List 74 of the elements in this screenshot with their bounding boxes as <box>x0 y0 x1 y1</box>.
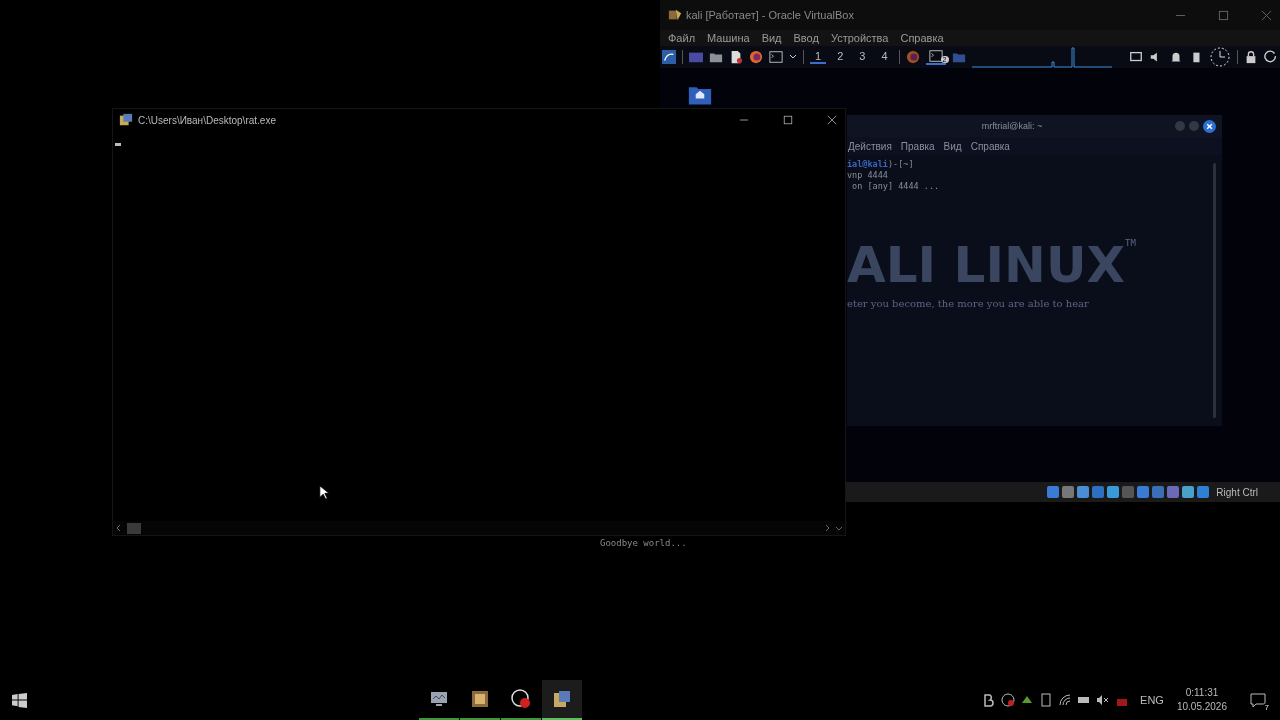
console-app-icon <box>552 689 572 709</box>
device-icon[interactable] <box>1197 486 1210 498</box>
browser-icon[interactable] <box>749 50 763 64</box>
maximize-icon[interactable] <box>1218 9 1229 21</box>
muted-speaker-icon[interactable] <box>1096 693 1111 707</box>
device-icon[interactable] <box>1062 486 1075 498</box>
device-icon[interactable] <box>1167 486 1180 498</box>
scroll-down-icon[interactable] <box>835 524 843 532</box>
scrollbar[interactable] <box>1213 163 1216 418</box>
wifi-icon[interactable] <box>1058 693 1073 707</box>
monitor-icon <box>429 689 449 709</box>
menu-item[interactable]: Машина <box>707 32 750 44</box>
scroll-right-icon[interactable] <box>823 524 831 532</box>
window-title: C:\Users\Иван\Desktop\rat.exe <box>138 114 276 126</box>
speech-bubble-icon <box>1250 692 1266 708</box>
letter-b-icon[interactable] <box>982 693 997 707</box>
device-icon[interactable] <box>1182 486 1195 498</box>
device-icon[interactable] <box>1107 486 1120 498</box>
window-title: kali [Работает] - Oracle VirtualBox <box>686 9 854 21</box>
menu-item[interactable]: Вид <box>761 32 782 44</box>
wallpaper-motto: eter you become, the more you are able to hear <box>847 298 1090 309</box>
chip-icon <box>470 689 490 709</box>
menu-item[interactable]: Вид <box>943 140 962 152</box>
host-key-label: Right Ctrl <box>1216 486 1258 498</box>
maximize-icon[interactable] <box>783 115 793 125</box>
device-icon[interactable] <box>1092 486 1105 498</box>
window-title: mrftrial@kali: ~ <box>981 121 1043 131</box>
browser-icon[interactable] <box>905 50 920 64</box>
device-icon[interactable] <box>1137 486 1150 498</box>
device-icon[interactable] <box>1152 486 1165 498</box>
workspace-tab[interactable]: 2 <box>832 50 849 64</box>
close-icon[interactable] <box>1203 119 1216 133</box>
taskbar-app[interactable] <box>542 680 582 720</box>
scrollbar-thumb[interactable] <box>127 522 141 534</box>
console-output: Goodbye world... <box>600 538 687 548</box>
notification-count: 7 <box>1262 703 1271 712</box>
console-app-icon <box>119 113 133 127</box>
menu-item[interactable]: Файл <box>668 32 696 44</box>
home-folder-icon[interactable] <box>688 84 712 106</box>
desktop-icon[interactable] <box>689 50 703 64</box>
caret-icon[interactable] <box>789 53 797 61</box>
terminal-line: vnp 4444 <box>847 170 889 181</box>
start-icon[interactable] <box>12 692 27 708</box>
language-indicator[interactable]: ENG <box>1140 694 1164 706</box>
terminal-line: ial@kali)-[~] <box>847 159 915 170</box>
terminal-icon[interactable] <box>769 50 783 64</box>
menu-item[interactable]: Ввод <box>793 32 819 44</box>
scroll-left-icon[interactable] <box>115 524 123 532</box>
device-icon[interactable] <box>1077 486 1090 498</box>
workspace-tab[interactable]: 1 <box>810 50 827 64</box>
power-icon[interactable] <box>1264 50 1278 64</box>
trademark-text: TM <box>1125 238 1136 248</box>
device-icon[interactable] <box>1047 486 1060 498</box>
document-icon[interactable] <box>729 50 743 64</box>
menu-item[interactable]: Действия <box>848 140 892 152</box>
menu-item[interactable]: Справка <box>970 140 1010 152</box>
workspace-tab[interactable]: 3 <box>854 50 871 64</box>
clock-time[interactable]: 0:11:31 <box>1185 686 1219 700</box>
recorder-icon <box>511 689 531 709</box>
terminal-line: on [any] 4444 ... <box>851 181 941 192</box>
recorder-icon[interactable] <box>1001 693 1016 707</box>
clock-date[interactable]: 10.05.2026 <box>1176 700 1227 714</box>
wallpaper-title: ALI LINUX <box>847 238 1126 292</box>
text-cursor <box>115 143 121 146</box>
menu-item[interactable]: Устройства <box>830 32 889 44</box>
menu-item[interactable]: Справка <box>900 32 944 44</box>
terminal-icon <box>928 49 943 63</box>
display-icon[interactable] <box>1129 50 1143 64</box>
mouse-pointer-icon <box>319 485 329 500</box>
workspace-tab[interactable]: 4 <box>876 50 893 64</box>
menu-item[interactable]: Правка <box>900 140 935 152</box>
clock-icon[interactable] <box>1209 46 1231 68</box>
app-icon <box>668 8 682 22</box>
close-icon[interactable] <box>827 115 837 125</box>
